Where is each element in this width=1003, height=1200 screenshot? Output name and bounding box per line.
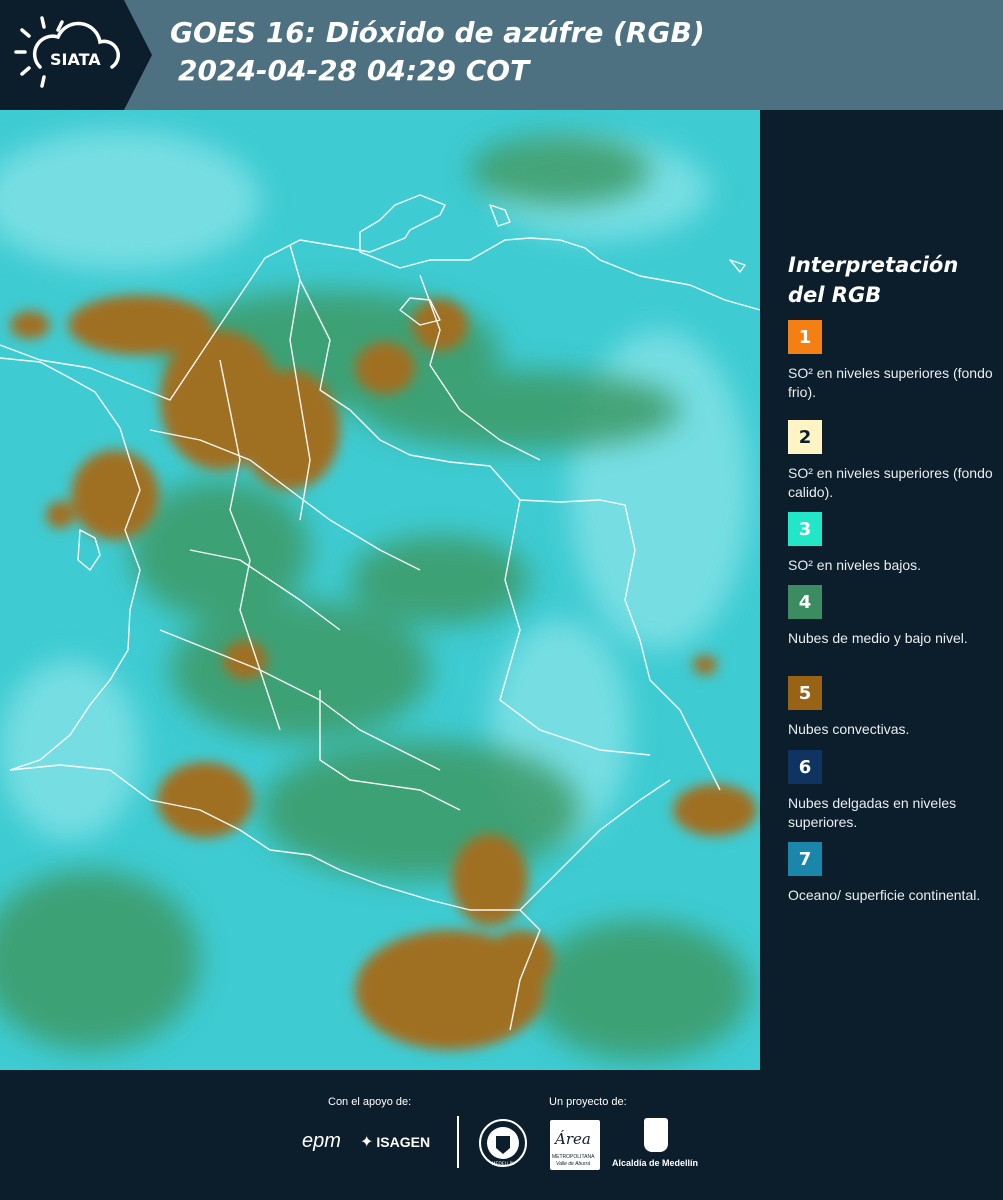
legend-number-4: 4 [798,591,812,613]
footer: Con el apoyo de: Un proyecto de: epm ✦ I… [0,1070,1003,1200]
page-timestamp: 2024-04-28 04:29 COT [178,54,530,87]
legend-label-1: SO² en niveles superiores (fondo frio). [788,365,993,400]
legend-label-4: Nubes de medio y bajo nivel. [788,630,968,646]
area-logo-text: Área [555,1130,591,1148]
legend-number-7: 7 [798,848,812,870]
header-brand-panel: SIATA [0,0,152,110]
legend-swatch-1: 1 [788,320,822,354]
siata-logo: SIATA [12,12,128,96]
legend-title-line2: del RGB [788,283,882,307]
legend-label-2: SO² en niveles superiores (fondo calido)… [788,465,993,500]
satellite-map [0,110,760,1070]
legend-swatch-4: 4 [788,585,822,619]
legend-item-4: 4 Nubes de medio y bajo nivel. [788,585,998,648]
siata-logo-text: SIATA [50,50,101,69]
legend-number-5: 5 [798,682,812,704]
legend-label-3: SO² en niveles bajos. [788,557,922,573]
project-label: Un proyecto de: [549,1096,627,1108]
area-logo-sub2: Valle de Aburrá [556,1161,591,1167]
alcaldia-logo: Alcaldía de Medellín [612,1118,702,1174]
page-title: GOES 16: Dióxido de azúfre (RGB) [170,16,705,49]
legend-number-3: 3 [798,518,812,540]
legend-item-1: 1 SO² en niveles superiores (fondo frio)… [788,320,998,402]
support-label: Con el apoyo de: [328,1096,412,1108]
legend-item-6: 6 Nubes delgadas en niveles superiores. [788,750,998,832]
area-logo-sub1: METROPOLITANA [552,1154,595,1160]
legend-item-5: 5 Nubes convectivas. [788,676,998,739]
satellite-map-image [0,110,760,1070]
alcaldia-text: Alcaldía de Medellín [612,1158,699,1168]
legend-swatch-5: 5 [788,676,822,710]
legend-item-2: 2 SO² en niveles superiores (fondo calid… [788,420,998,502]
isagen-icon: ✦ [360,1132,374,1151]
medellin-seal: MEDELLÍN [478,1118,528,1172]
legend-number-1: 1 [798,326,812,348]
legend-item-7: 7 Oceano/ superficie continental. [788,842,998,905]
legend-swatch-6: 6 [788,750,822,784]
area-metropolitana-logo: Área METROPOLITANA Valle de Aburrá [550,1120,600,1170]
legend-label-5: Nubes convectivas. [788,721,910,737]
isagen-logo: ✦ ISAGEN [360,1132,430,1151]
legend-swatch-2: 2 [788,420,822,454]
legend-label-6: Nubes delgadas en niveles superiores. [788,795,957,830]
alcaldia-emblem-icon [644,1118,668,1152]
legend-label-7: Oceano/ superficie continental. [788,887,981,903]
legend-item-3: 3 SO² en niveles bajos. [788,512,998,575]
legend-number-6: 6 [798,756,812,778]
legend-number-2: 2 [798,426,812,448]
epm-logo: epm [302,1130,341,1152]
legend-title-line1: Interpretación [788,253,959,277]
legend-swatch-7: 7 [788,842,822,876]
legend-swatch-3: 3 [788,512,822,546]
isagen-text: ISAGEN [376,1133,431,1150]
footer-divider [457,1116,459,1168]
legend-panel: Interpretación del RGB 1 SO² en niveles … [760,110,1003,1070]
legend-title: Interpretación del RGB [788,250,998,310]
seal-text: MEDELLÍN [492,1160,515,1167]
